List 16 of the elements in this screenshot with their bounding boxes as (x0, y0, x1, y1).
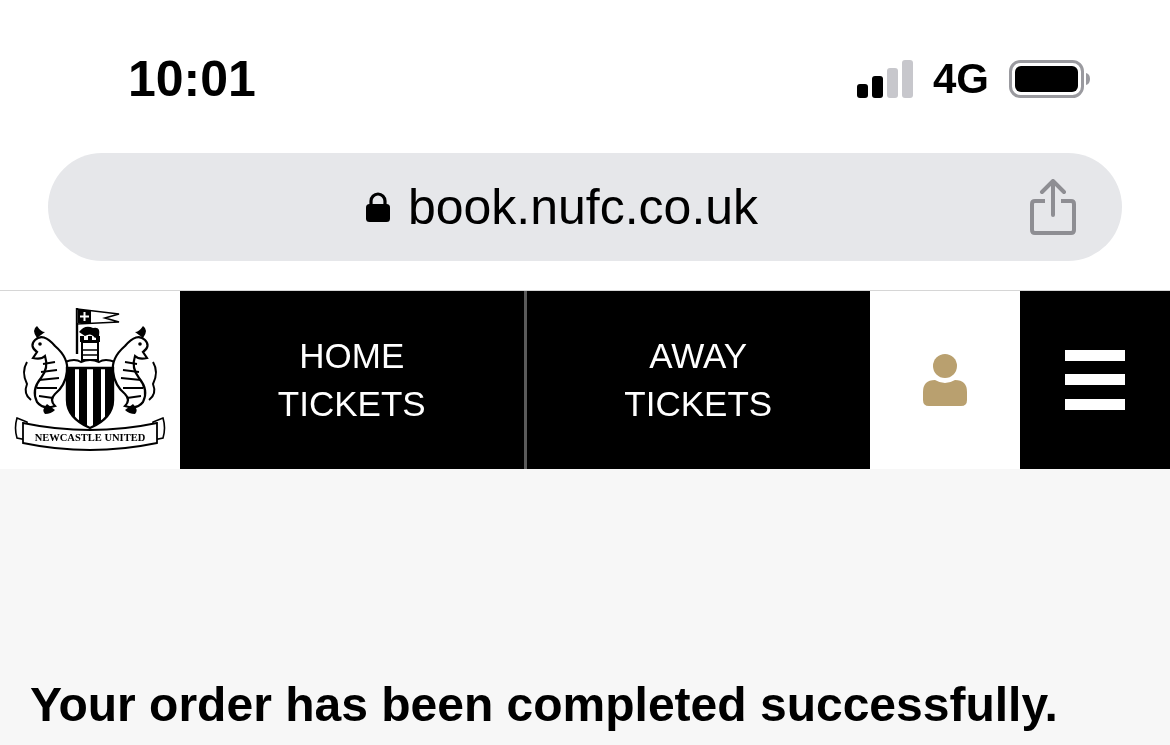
crest-banner-text: NEWCASTLE UNITED (34, 432, 146, 443)
menu-button[interactable] (1020, 291, 1170, 469)
menu-icon (1065, 350, 1125, 410)
order-confirmation-heading: Your order has been completed successfully. (30, 677, 1058, 733)
share-button[interactable] (1030, 179, 1076, 235)
nav-link[interactable]: HOME TICKETS (180, 291, 524, 469)
url-text: book.nufc.co.uk (407, 178, 759, 237)
lock-icon (365, 192, 390, 222)
address-bar[interactable]: book.nufc.co.uk (48, 153, 1122, 261)
status-time: 10:01 (128, 50, 256, 108)
share-icon (1030, 179, 1076, 235)
user-icon (923, 354, 967, 406)
network-label: 4G (932, 54, 989, 104)
nav-link[interactable]: AWAY TICKETS (526, 291, 870, 469)
battery-icon (1009, 60, 1090, 98)
signal-icon (856, 60, 913, 98)
